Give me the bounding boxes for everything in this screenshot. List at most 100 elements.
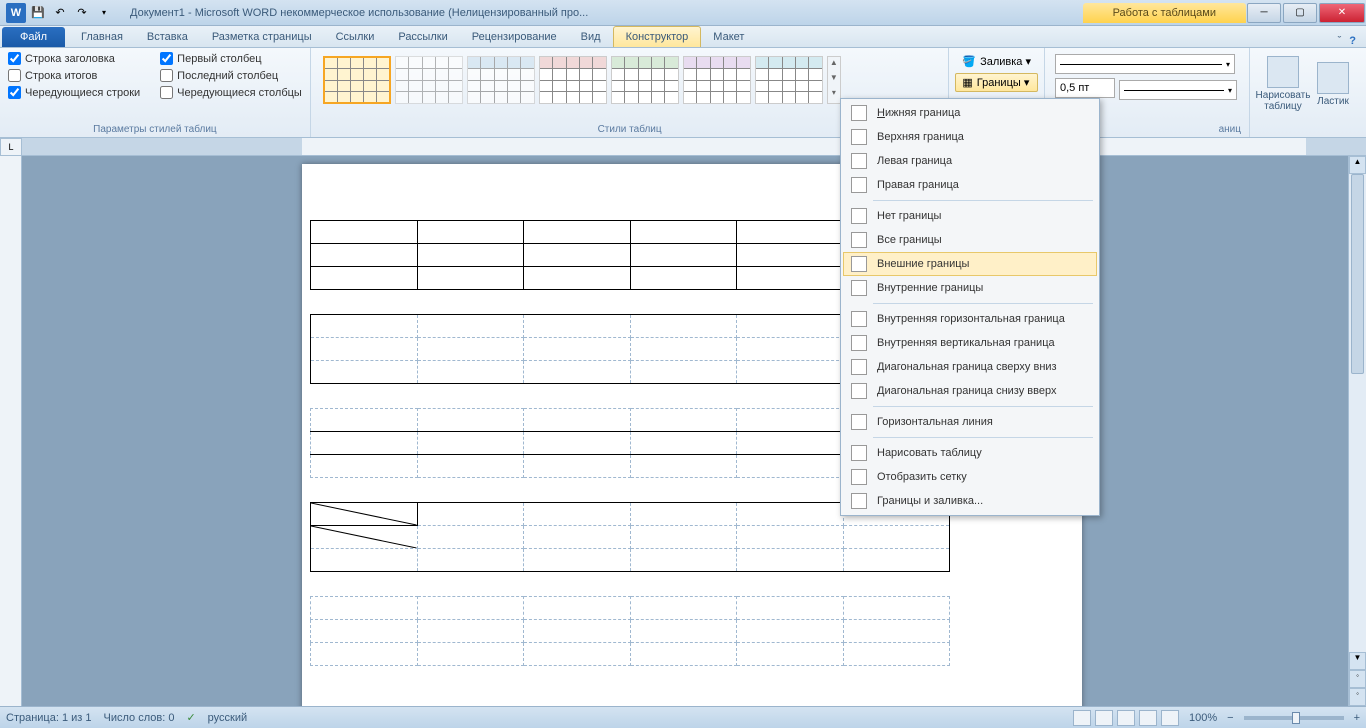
view-web[interactable] — [1117, 710, 1135, 726]
status-page[interactable]: Страница: 1 из 1 — [6, 712, 92, 724]
zoom-level[interactable]: 100% — [1189, 712, 1217, 724]
view-print-layout[interactable] — [1073, 710, 1091, 726]
file-tab[interactable]: Файл — [2, 27, 65, 47]
diag-up-icon — [851, 383, 867, 399]
dd-inside-v-border[interactable]: Внутренняя вертикальная граница — [843, 331, 1097, 355]
chk-banded-cols[interactable]: Чередующиеся столбцы — [160, 86, 302, 99]
context-tab-title: Работа с таблицами — [1083, 3, 1246, 23]
chk-first-col[interactable]: Первый столбец — [160, 52, 302, 65]
undo-icon[interactable]: ↶ — [50, 3, 70, 23]
pencil-icon — [851, 445, 867, 461]
help-icon[interactable]: ? — [1349, 35, 1356, 47]
dd-borders-shading[interactable]: Границы и заливка... — [843, 489, 1097, 513]
horizontal-ruler[interactable] — [22, 138, 1366, 156]
zoom-out-icon[interactable]: − — [1227, 712, 1233, 724]
line-sample[interactable]: ▾ — [1119, 80, 1237, 100]
close-button[interactable]: ✕ — [1319, 3, 1365, 23]
minimize-button[interactable]: ─ — [1247, 3, 1281, 23]
ribbon-minimize-icon[interactable]: ˇ — [1338, 35, 1342, 47]
right-border-icon — [851, 177, 867, 193]
gallery-scroll[interactable]: ▲▼▾ — [827, 56, 841, 104]
style-thumb[interactable] — [395, 56, 463, 104]
view-full-screen[interactable] — [1095, 710, 1113, 726]
redo-icon[interactable]: ↷ — [72, 3, 92, 23]
next-page-icon[interactable]: ◦ — [1349, 688, 1366, 706]
status-bar: Страница: 1 из 1 Число слов: 0 ✓ русский… — [0, 706, 1366, 728]
inside-borders-icon — [851, 280, 867, 296]
top-border-icon — [851, 129, 867, 145]
spellcheck-icon[interactable]: ✓ — [186, 711, 195, 724]
diag-down-icon — [851, 359, 867, 375]
dd-no-border[interactable]: Нет границы — [843, 204, 1097, 228]
draw-table-button[interactable]: Нарисовать таблицу — [1258, 52, 1308, 116]
scroll-thumb[interactable] — [1351, 174, 1364, 374]
inside-v-icon — [851, 335, 867, 351]
style-thumb[interactable] — [755, 56, 823, 104]
vertical-ruler[interactable] — [0, 156, 22, 706]
prev-page-icon[interactable]: ◦ — [1349, 670, 1366, 688]
ruler-corner[interactable]: L — [0, 138, 22, 156]
status-language[interactable]: русский — [208, 712, 247, 724]
tab-home[interactable]: Главная — [69, 27, 135, 47]
qat-more-icon[interactable]: ▾ — [94, 3, 114, 23]
view-draft[interactable] — [1161, 710, 1179, 726]
left-border-icon — [851, 153, 867, 169]
style-thumb[interactable] — [683, 56, 751, 104]
chk-header-row[interactable]: Строка заголовка — [8, 52, 140, 65]
hline-icon — [851, 414, 867, 430]
dd-diag-down[interactable]: Диагональная граница сверху вниз — [843, 355, 1097, 379]
view-outline[interactable] — [1139, 710, 1157, 726]
tab-design[interactable]: Конструктор — [613, 26, 702, 47]
dd-diag-up[interactable]: Диагональная граница снизу вверх — [843, 379, 1097, 403]
shading-button[interactable]: 🪣Заливка ▾ — [955, 52, 1038, 71]
group-table-style-options: Строка заголовка Строка итогов Чередующи… — [0, 48, 311, 137]
ribbon-help: ˇ ? — [1338, 35, 1366, 47]
bucket-icon: 🪣 — [962, 55, 976, 68]
zoom-in-icon[interactable]: + — [1354, 712, 1360, 724]
dd-inside-borders[interactable]: Внутренние границы — [843, 276, 1097, 300]
tab-layout[interactable]: Разметка страницы — [200, 27, 324, 47]
word-icon[interactable]: W — [6, 3, 26, 23]
tab-review[interactable]: Рецензирование — [460, 27, 569, 47]
document-title: Документ1 - Microsoft WORD некоммерческо… — [120, 7, 1083, 19]
maximize-button[interactable]: ▢ — [1283, 3, 1317, 23]
dd-right-border[interactable]: Правая граница — [843, 173, 1097, 197]
dd-horizontal-line[interactable]: Горизонтальная линия — [843, 410, 1097, 434]
dd-left-border[interactable]: Левая граница — [843, 149, 1097, 173]
dd-top-border[interactable]: Верхняя граница — [843, 125, 1097, 149]
dd-view-gridlines[interactable]: Отобразить сетку — [843, 465, 1097, 489]
zoom-slider[interactable] — [1244, 716, 1344, 720]
tab-table-layout[interactable]: Макет — [701, 27, 756, 47]
dd-bottom-border[interactable]: Нижняя граница — [843, 101, 1097, 125]
dd-inside-h-border[interactable]: Внутренняя горизонтальная граница — [843, 307, 1097, 331]
tab-references[interactable]: Ссылки — [324, 27, 387, 47]
dd-all-borders[interactable]: Все границы — [843, 228, 1097, 252]
window-controls: ─ ▢ ✕ — [1246, 3, 1366, 23]
style-thumb[interactable] — [539, 56, 607, 104]
line-weight-select[interactable]: 0,5 пт — [1055, 78, 1115, 98]
table-5[interactable] — [310, 596, 950, 666]
eraser-button[interactable]: Ластик — [1308, 52, 1358, 116]
chk-last-col[interactable]: Последний столбец — [160, 69, 302, 82]
scroll-down-icon[interactable]: ▼ — [1349, 652, 1366, 670]
style-thumb[interactable] — [323, 56, 391, 104]
chk-total-row[interactable]: Строка итогов — [8, 69, 140, 82]
chk-banded-rows[interactable]: Чередующиеся строки — [8, 86, 140, 99]
style-thumb[interactable] — [611, 56, 679, 104]
borders-dropdown: Нижняя граница Верхняя граница Левая гра… — [840, 98, 1100, 516]
dd-outside-borders[interactable]: Внешние границы — [843, 252, 1097, 276]
line-style-select[interactable]: ▾ — [1055, 54, 1235, 74]
tab-insert[interactable]: Вставка — [135, 27, 200, 47]
dd-draw-table[interactable]: Нарисовать таблицу — [843, 441, 1097, 465]
status-words[interactable]: Число слов: 0 — [104, 712, 175, 724]
tab-mailings[interactable]: Рассылки — [386, 27, 459, 47]
save-icon[interactable]: 💾 — [28, 3, 48, 23]
borders-button[interactable]: ▦Границы ▾ — [955, 73, 1038, 92]
vertical-scrollbar[interactable]: ▲ ▼ ◦ ◦ — [1348, 156, 1366, 706]
group-draw-tools: Нарисовать таблицу Ластик — [1250, 48, 1366, 137]
grid-icon — [851, 469, 867, 485]
style-thumb[interactable] — [467, 56, 535, 104]
scroll-up-icon[interactable]: ▲ — [1349, 156, 1366, 174]
tab-view[interactable]: Вид — [569, 27, 613, 47]
document-area[interactable]: ✥ — [22, 156, 1348, 706]
